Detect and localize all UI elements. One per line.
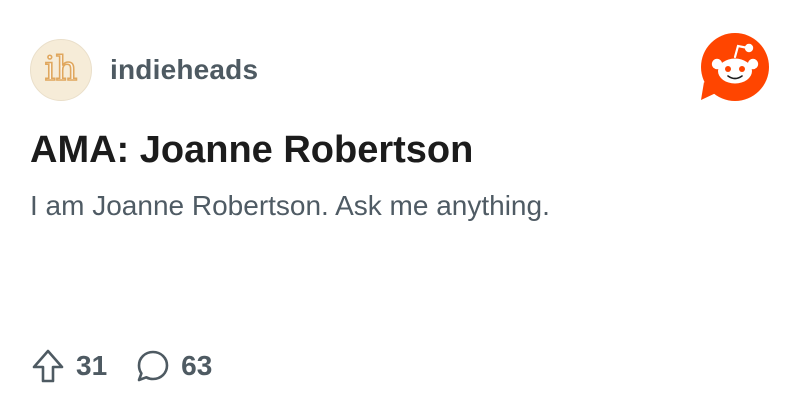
- post-header: ih indieheads: [30, 38, 258, 102]
- upvote-arrow-icon: [32, 349, 64, 383]
- comment-count: 63: [181, 350, 213, 381]
- post-body: I am Joanne Robertson. Ask me anything.: [30, 190, 550, 221]
- subreddit-name[interactable]: indieheads: [110, 54, 258, 86]
- comments-button[interactable]: 63: [135, 348, 212, 384]
- svg-text:ih: ih: [45, 49, 78, 89]
- comment-bubble-icon: [137, 350, 169, 382]
- subreddit-avatar-icon: ih: [44, 48, 78, 90]
- post-stats: 31 63: [30, 344, 240, 388]
- upvote-button[interactable]: 31: [30, 348, 107, 384]
- post-card[interactable]: ih indieheads AMA: Joanne Robertson I am…: [0, 0, 800, 419]
- post-title[interactable]: AMA: Joanne Robertson: [30, 126, 473, 174]
- reddit-logo-icon: [701, 33, 769, 101]
- subreddit-avatar[interactable]: ih: [30, 39, 92, 101]
- upvote-count: 31: [76, 350, 108, 381]
